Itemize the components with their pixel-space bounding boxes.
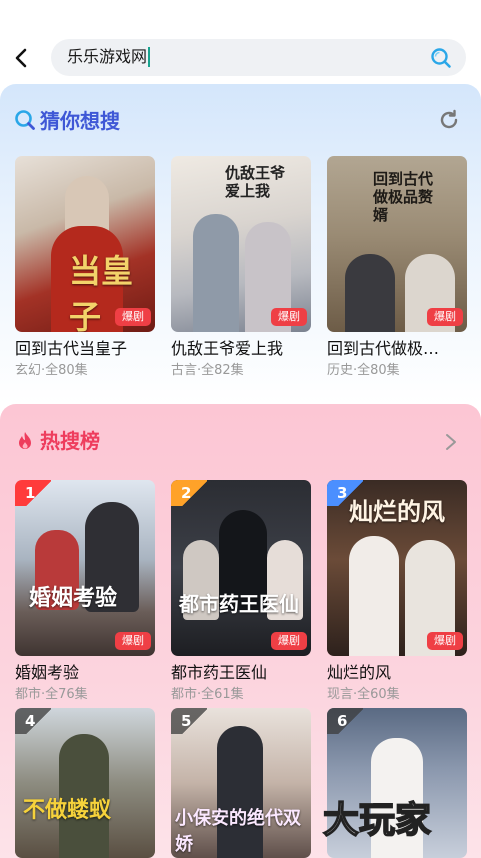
poster-title: 仇敌王爷爱上我 — [225, 164, 286, 200]
tag-badge: 爆剧 — [271, 308, 307, 326]
drama-poster[interactable]: 当皇子 爆剧 — [15, 156, 155, 332]
guess-section: 猜你想搜 当皇子 爆剧 回到古代当皇子 玄幻·全80集 仇敌王爷爱上我 爆剧 仇… — [0, 84, 481, 404]
drama-meta: 现言·全60集 — [327, 687, 400, 702]
drama-poster[interactable]: 婚姻考验 1 爆剧 — [15, 480, 155, 656]
chevron-right-icon[interactable] — [443, 432, 459, 452]
drama-poster[interactable]: 回到古代做极品赘婿 爆剧 — [327, 156, 467, 332]
drama-meta: 历史·全80集 — [327, 363, 400, 378]
drama-card[interactable]: 当皇子 爆剧 回到古代当皇子 玄幻·全80集 — [15, 156, 155, 380]
drama-poster[interactable]: 不做蝼蚁 4 — [15, 708, 155, 858]
search-results-page: 乐乐游戏网 猜你想搜 当皇子 爆剧 回到古代当皇子 玄幻·全80集 仇敌王爷爱上… — [0, 0, 481, 858]
drama-meta: 玄幻·全80集 — [15, 363, 88, 378]
poster-title: 婚姻考验 — [29, 586, 118, 611]
drama-meta: 都市·全61集 — [171, 687, 244, 702]
drama-meta: 都市·全76集 — [15, 687, 88, 702]
drama-card[interactable]: 小保安的绝代双娇 5 — [171, 708, 311, 858]
drama-card[interactable]: 不做蝼蚁 4 — [15, 708, 155, 858]
drama-poster[interactable]: 都市药王医仙 2 爆剧 — [171, 480, 311, 656]
poster-title: 都市药王医仙 — [179, 592, 299, 616]
drama-card[interactable]: 仇敌王爷爱上我 爆剧 仇敌王爷爱上我 古言·全82集 — [171, 156, 311, 380]
refresh-icon[interactable] — [437, 108, 461, 132]
drama-title: 回到古代当皇子 — [15, 339, 128, 358]
rank-badge: 4 — [15, 708, 51, 734]
poster-title: 不做蝼蚁 — [23, 798, 112, 823]
top-bar: 乐乐游戏网 — [0, 0, 481, 84]
flame-icon — [19, 432, 31, 449]
tag-badge: 爆剧 — [271, 632, 307, 650]
poster-title: 小保安的绝代双娇 — [175, 808, 301, 855]
rank-badge: 1 — [15, 480, 51, 506]
rank-badge: 2 — [171, 480, 207, 506]
search-icon[interactable] — [430, 47, 452, 69]
watermark-text: 大玩家 — [323, 800, 431, 840]
drama-card[interactable]: 都市药王医仙 2 爆剧 都市药王医仙 都市·全61集 — [171, 480, 311, 704]
rank-badge: 5 — [171, 708, 207, 734]
tag-badge: 爆剧 — [115, 632, 151, 650]
drama-title: 婚姻考验 — [15, 663, 80, 682]
back-arrow-icon[interactable] — [8, 44, 36, 72]
drama-poster[interactable]: 小保安的绝代双娇 5 — [171, 708, 311, 858]
tag-badge: 爆剧 — [427, 308, 463, 326]
hot-search-title: 热搜榜 — [40, 429, 100, 453]
drama-title: 灿烂的风 — [327, 663, 392, 682]
poster-title: 灿烂的风 — [349, 498, 445, 526]
hot-search-section: 热搜榜 婚姻考验 1 爆剧 婚姻考验 都市·全76集 都市药王医仙 2 爆剧 都… — [0, 404, 481, 858]
drama-card[interactable]: 回到古代做极品赘婿 爆剧 回到古代做极… 历史·全80集 — [327, 156, 467, 380]
watermark-logo: 大玩家 — [322, 799, 432, 840]
guess-title: 猜你想搜 — [40, 109, 120, 133]
drama-poster[interactable]: 仇敌王爷爱上我 爆剧 — [171, 156, 311, 332]
drama-poster[interactable]: 灿烂的风 3 爆剧 — [327, 480, 467, 656]
drama-card[interactable]: 灿烂的风 3 爆剧 灿烂的风 现言·全60集 — [327, 480, 467, 704]
search-icon — [15, 110, 35, 130]
drama-card[interactable]: 婚姻考验 1 爆剧 婚姻考验 都市·全76集 — [15, 480, 155, 704]
rank-badge: 3 — [327, 480, 363, 506]
search-input-value: 乐乐游戏网 — [67, 47, 151, 67]
poster-title: 回到古代做极品赘婿 — [373, 170, 434, 224]
tag-badge: 爆剧 — [115, 308, 151, 326]
drama-title: 都市药王医仙 — [171, 663, 268, 682]
drama-title: 回到古代做极… — [327, 339, 440, 358]
rank-badge: 6 — [327, 708, 363, 734]
search-input[interactable]: 乐乐游戏网 — [51, 39, 466, 76]
tag-badge: 爆剧 — [427, 632, 463, 650]
drama-title: 仇敌王爷爱上我 — [171, 339, 284, 358]
drama-meta: 古言·全82集 — [171, 363, 244, 378]
